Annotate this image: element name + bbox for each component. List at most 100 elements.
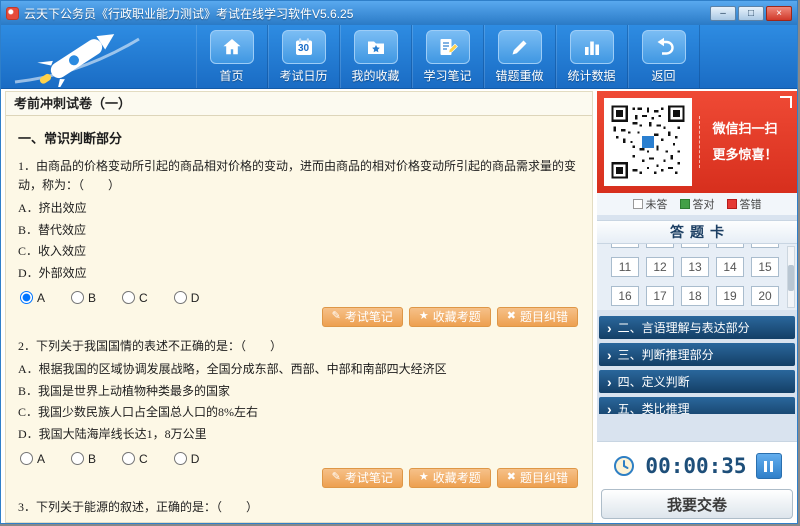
pencil-icon <box>497 29 542 64</box>
question-number-cell[interactable]: 10 <box>751 244 779 248</box>
question-text: 1．由商品的价格变动所引起的商品相对价格的变动，进而由商品的相对价格变动所引起的… <box>18 159 577 192</box>
section-bar-label: 五、类比推理 <box>617 402 690 414</box>
radio-a[interactable] <box>20 291 33 305</box>
choice-b[interactable]: B <box>71 291 96 305</box>
minimize-button[interactable]: – <box>710 5 736 21</box>
nav-item-exam-calendar[interactable]: 30 考试日历 <box>268 25 340 88</box>
section-bar-label: 二、言语理解与表达部分 <box>617 321 750 335</box>
button-label: 题目纠错 <box>519 471 568 486</box>
notes-icon <box>425 29 470 64</box>
calendar-badge: 30 <box>297 42 310 54</box>
question-1: 1．由商品的价格变动所引起的商品相对价格的变动，进而由商品的相对价格变动所引起的… <box>18 157 580 327</box>
choice-label: C <box>139 451 148 466</box>
question-number-cell[interactable]: 19 <box>716 286 744 306</box>
nav-item-statistics[interactable]: 统计数据 <box>556 25 628 88</box>
grid-scrollbar[interactable] <box>787 246 795 308</box>
radio-d[interactable] <box>173 291 187 305</box>
question-number-grid: 6 7 8 9 10 11 12 13 14 15 16 17 18 19 20 <box>607 244 783 306</box>
question-number-cell[interactable]: 13 <box>681 257 709 277</box>
question-number-cell[interactable]: 8 <box>681 244 709 248</box>
choice-a[interactable]: A <box>20 452 45 466</box>
nav-label: 考试日历 <box>279 68 328 83</box>
exam-content: 考前冲刺试卷（一） 一、常识判断部分 1．由商品的价格变动所引起的商品相对价格的… <box>5 91 593 523</box>
status-legend: 未答 答对 答错 <box>597 193 797 215</box>
section-bar-judgment[interactable]: 三、判断推理部分 <box>599 343 795 366</box>
close-button[interactable]: × <box>766 5 792 21</box>
choice-a[interactable]: A <box>20 291 45 305</box>
chevron-right-icon <box>607 347 612 363</box>
favorite-question-button[interactable]: ★ 收藏考题 <box>408 467 491 488</box>
report-error-button[interactable]: ✖ 题目纠错 <box>496 467 578 488</box>
nav-item-favorites[interactable]: 我的收藏 <box>340 25 412 88</box>
home-icon <box>209 29 254 64</box>
option-c: C．收入效应 <box>18 244 87 259</box>
exam-note-button[interactable]: ✎ 考试笔记 <box>321 467 403 488</box>
nav-label: 统计数据 <box>567 68 616 83</box>
scrollbar-thumb[interactable] <box>788 265 794 291</box>
rocket-logo <box>9 27 189 93</box>
choice-c[interactable]: C <box>122 291 148 305</box>
question-number-cell[interactable]: 12 <box>646 257 674 277</box>
timer-value: 00:00:35 <box>645 454 747 478</box>
choice-d[interactable]: D <box>173 291 199 305</box>
radio-b[interactable] <box>71 452 85 466</box>
star-icon: ★ <box>418 471 429 484</box>
question-number-cell[interactable]: 6 <box>611 244 639 248</box>
question-number-cell[interactable]: 18 <box>681 286 709 306</box>
radio-a[interactable] <box>20 452 33 466</box>
titlebar: 云天下公务员《行政职业能力测试》考试在线学习软件V5.6.25 – □ × <box>1 1 797 25</box>
maximize-button[interactable]: □ <box>738 5 764 21</box>
question-number-cell[interactable]: 9 <box>716 244 744 248</box>
question-text: 2．下列关于我国国情的表述不正确的是：（ ） <box>18 338 283 353</box>
nav-label: 学习笔记 <box>423 68 472 83</box>
question-actions: ✎ 考试笔记 ★ 收藏考题 ✖ 题目纠错 <box>18 306 578 327</box>
cross-icon: ✖ <box>506 310 516 323</box>
section-bar-analogy[interactable]: 五、类比推理 <box>599 397 795 414</box>
question-number-cell[interactable]: 7 <box>646 244 674 248</box>
section-bar-definition[interactable]: 四、定义判断 <box>599 370 795 393</box>
radio-c[interactable] <box>122 291 136 305</box>
report-error-button[interactable]: ✖ 题目纠错 <box>496 306 578 327</box>
choice-d[interactable]: D <box>173 451 200 466</box>
exam-note-button[interactable]: ✎ 考试笔记 <box>321 306 403 327</box>
option-a: A．挤出效应 <box>18 201 87 216</box>
choice-c[interactable]: C <box>122 452 148 466</box>
app-icon <box>6 6 19 20</box>
section-title: 一、常识判断部分 <box>18 131 123 146</box>
question-number-cell[interactable]: 11 <box>611 257 639 277</box>
submit-button[interactable]: 我要交卷 <box>601 489 793 519</box>
choice-label: B <box>88 290 97 305</box>
section-bar-label: 三、判断推理部分 <box>617 348 714 362</box>
qr-code <box>604 98 692 186</box>
legend-label: 答错 <box>739 199 762 211</box>
section-bar-verbal[interactable]: 二、言语理解与表达部分 <box>599 316 795 339</box>
button-label: 题目纠错 <box>519 310 568 325</box>
question-number-cell[interactable]: 16 <box>611 286 639 306</box>
question-number-cell[interactable]: 17 <box>646 286 674 306</box>
radio-d[interactable] <box>173 452 187 466</box>
option-d: D．外部效应 <box>18 265 87 280</box>
radio-b[interactable] <box>71 291 85 305</box>
nav-label: 返回 <box>651 68 676 83</box>
question-number-cell[interactable]: 14 <box>716 257 744 277</box>
nav-item-redo-wrong[interactable]: 错题重做 <box>484 25 556 88</box>
button-label: 收藏考题 <box>432 310 481 325</box>
choice-label: D <box>190 451 200 466</box>
radio-c[interactable] <box>122 452 136 466</box>
pause-button[interactable] <box>755 453 782 479</box>
corner-decoration <box>780 96 792 108</box>
legend-unanswered: 未答 <box>632 196 668 212</box>
choice-b[interactable]: B <box>71 452 96 466</box>
correct-swatch <box>679 199 690 209</box>
favorite-question-button[interactable]: ★ 收藏考题 <box>408 306 491 327</box>
calendar-icon: 30 <box>281 29 326 64</box>
section-bar-label: 四、定义判断 <box>617 375 690 389</box>
chevron-right-icon <box>607 401 612 415</box>
answer-choices: A B C D <box>20 291 580 305</box>
bar-chart-icon <box>569 29 614 64</box>
nav-item-back[interactable]: 返回 <box>628 25 700 88</box>
question-number-cell[interactable]: 15 <box>751 257 779 277</box>
nav-item-study-notes[interactable]: 学习笔记 <box>412 25 484 88</box>
question-number-cell[interactable]: 20 <box>751 286 779 306</box>
nav-item-home[interactable]: 首页 <box>196 25 268 88</box>
